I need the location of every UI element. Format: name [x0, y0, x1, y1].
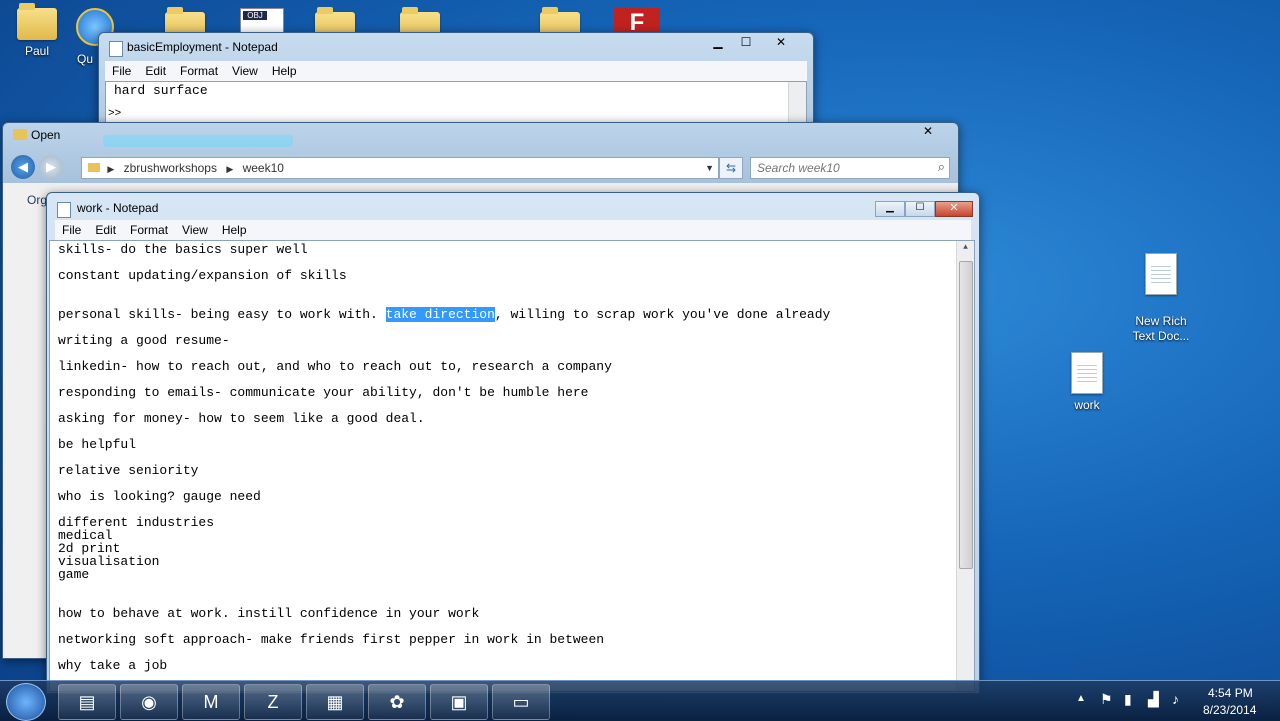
taskbar-explorer-icon[interactable]: ▤: [58, 684, 116, 720]
window-title: work - Notepad: [77, 201, 159, 215]
menu-edit[interactable]: Edit: [138, 64, 173, 78]
menu-help[interactable]: Help: [265, 64, 304, 78]
desktop-icon-label: Paul: [24, 44, 50, 58]
title-blurred-text: [103, 135, 293, 147]
menu-format[interactable]: Format: [123, 223, 175, 237]
text-line: constant updating/expansion of skills: [58, 268, 347, 283]
menu-file[interactable]: File: [55, 223, 88, 237]
breadcrumb-item[interactable]: week10: [243, 161, 284, 175]
tray-chevron-icon[interactable]: ▲: [1076, 693, 1086, 704]
clock-date[interactable]: 8/23/2014: [1203, 703, 1256, 717]
search-box[interactable]: ⌕: [750, 157, 950, 179]
tray-volume-icon[interactable]: ♪: [1172, 691, 1179, 707]
taskbar-flower-icon[interactable]: ✿: [368, 684, 426, 720]
desktop-icon-new-rich-text[interactable]: New Rich Text Doc...: [1126, 238, 1196, 344]
window-title: basicEmployment - Notepad: [127, 40, 278, 54]
menu-file[interactable]: File: [105, 64, 138, 78]
menu-bar: File Edit Format View Help: [105, 61, 807, 81]
vertical-scrollbar[interactable]: ▲: [956, 241, 974, 691]
text-editor[interactable]: skills- do the basics super well constan…: [49, 240, 975, 692]
taskbar-maya-icon[interactable]: M: [182, 684, 240, 720]
maximize-button[interactable]: ☐: [733, 34, 759, 52]
text-line: networking soft approach- make friends f…: [58, 632, 605, 647]
text-line: asking for money- how to seem like a goo…: [58, 411, 425, 426]
taskbar-chrome-icon[interactable]: ◉: [120, 684, 178, 720]
notepad-icon: [109, 41, 123, 57]
text-line: >>: [108, 108, 122, 120]
folder-icon: [88, 163, 100, 172]
text-line: how to behave at work. instill confidenc…: [58, 606, 480, 621]
minimize-button[interactable]: ▁: [705, 34, 731, 52]
taskbar-app-icon[interactable]: ▦: [306, 684, 364, 720]
menu-format[interactable]: Format: [173, 64, 225, 78]
text-line: personal skills- being easy to work with…: [58, 307, 831, 322]
user-folder-icon: [17, 3, 57, 40]
scroll-thumb[interactable]: [959, 261, 973, 569]
text-line: linkedin- how to reach out, and who to r…: [58, 359, 612, 374]
text-line: responding to emails- communicate your a…: [58, 385, 589, 400]
selected-text[interactable]: take direction: [385, 307, 495, 322]
menu-bar: File Edit Format View Help: [55, 220, 971, 240]
dialog-title: Open: [31, 128, 61, 142]
notepad-icon: [57, 202, 71, 218]
obj-badge: OBJ: [243, 11, 267, 20]
text-doc-icon: [1071, 352, 1103, 394]
menu-view[interactable]: View: [225, 64, 265, 78]
desktop-icon-label: Qu: [76, 52, 93, 66]
tray-device-icon[interactable]: ▮: [1124, 691, 1132, 708]
close-button[interactable]: ✕: [761, 34, 801, 52]
folder-icon: [13, 129, 27, 140]
work-notepad-window[interactable]: work - Notepad ▁ ☐ ✕ File Edit Format View H…: [46, 192, 980, 694]
desktop-icon-label: New Rich Text Doc...: [1132, 314, 1190, 343]
desktop-icon-work[interactable]: work: [1052, 352, 1122, 413]
text-line: writing a good resume-: [58, 333, 230, 348]
start-button[interactable]: [6, 683, 46, 721]
menu-edit[interactable]: Edit: [88, 223, 123, 237]
forward-button[interactable]: ▶: [39, 155, 63, 179]
text-line: game: [58, 567, 90, 582]
text-line: skills- do the basics super well: [58, 242, 308, 257]
text-line: be helpful: [58, 437, 137, 452]
address-bar[interactable]: ▶ zbrushworkshops ▶ week10 ▼: [81, 157, 719, 179]
desktop-icon-label: work: [1074, 398, 1100, 412]
tray-network-icon[interactable]: ▟: [1148, 691, 1159, 708]
text-line: hard surface: [114, 83, 208, 98]
minimize-button[interactable]: ▁: [875, 201, 905, 217]
menu-view[interactable]: View: [175, 223, 215, 237]
breadcrumb-item[interactable]: zbrushworkshops: [124, 161, 217, 175]
text-line: who is looking? gauge need: [58, 489, 261, 504]
taskbar-window-icon[interactable]: ▣: [430, 684, 488, 720]
close-button[interactable]: ✕: [906, 123, 950, 141]
taskbar: ▤ ◉ M Z ▦ ✿ ▣ ▭ ▲ ⚑ ▮ ▟ ♪ 4:54 PM 8/23/2…: [0, 680, 1280, 721]
maximize-button[interactable]: ☐: [905, 201, 935, 217]
taskbar-zbrush-icon[interactable]: Z: [244, 684, 302, 720]
organize-label[interactable]: Org: [27, 193, 47, 207]
tray-flag-icon[interactable]: ⚑: [1100, 691, 1113, 708]
refresh-button[interactable]: ⇆: [719, 157, 743, 179]
scroll-up-arrow[interactable]: ▲: [957, 243, 974, 252]
search-icon: ⌕: [937, 159, 945, 174]
search-input[interactable]: [751, 158, 929, 178]
menu-help[interactable]: Help: [215, 223, 254, 237]
clock-time[interactable]: 4:54 PM: [1208, 686, 1253, 700]
text-line: why take a job: [58, 658, 168, 673]
back-button[interactable]: ◀: [11, 155, 35, 179]
close-button[interactable]: ✕: [935, 201, 973, 217]
chevron-down-icon[interactable]: ▼: [705, 158, 714, 178]
rich-text-doc-icon: [1145, 253, 1177, 295]
taskbar-notepad-icon[interactable]: ▭: [492, 684, 550, 720]
text-line: relative seniority: [58, 463, 199, 478]
